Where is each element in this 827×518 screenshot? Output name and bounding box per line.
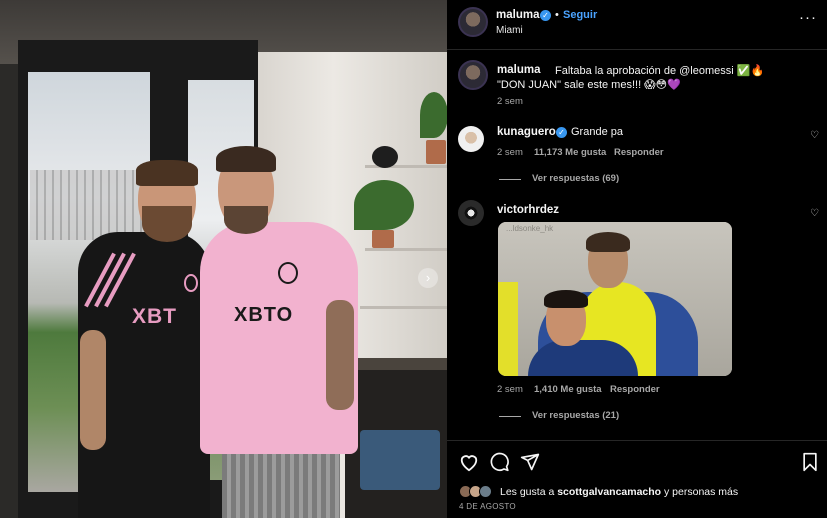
- person-right-beard: [224, 206, 268, 234]
- replies-divider: [499, 179, 521, 180]
- post-photo[interactable]: XBT XBTO ›: [0, 0, 447, 518]
- comment-likes[interactable]: 1,410 Me gusta: [534, 384, 602, 395]
- verified-badge-icon: ✓: [556, 127, 567, 138]
- send-icon[interactable]: [520, 452, 540, 472]
- post-date[interactable]: 4 DE AGOSTO: [459, 502, 516, 511]
- avatar[interactable]: [479, 485, 492, 498]
- reply-button[interactable]: Responder: [614, 147, 664, 158]
- view-replies-button[interactable]: Ver respuestas (69): [532, 173, 619, 184]
- avatar[interactable]: [458, 60, 488, 90]
- shirt-sponsor-left: XBT: [132, 305, 177, 328]
- avatar[interactable]: [458, 200, 484, 226]
- person-right-hair: [216, 146, 276, 172]
- gif-person-front-hair: [544, 290, 588, 308]
- person-left-arm: [80, 330, 106, 450]
- person-right-arm: [326, 300, 354, 410]
- photo-folded-jeans: [360, 430, 440, 490]
- photo-plant-leaves: [420, 92, 447, 138]
- gif-watermark: ...ldsonke_hk: [506, 224, 554, 233]
- photo-stadium-stands: [30, 170, 148, 240]
- caption-time[interactable]: 2 sem: [497, 96, 523, 107]
- avatar[interactable]: [458, 126, 484, 152]
- chevron-right-icon[interactable]: ›: [418, 268, 438, 288]
- likes-summary[interactable]: Les gusta a scottgalvancamacho y persona…: [500, 486, 738, 498]
- photo-plant-pot: [372, 230, 394, 248]
- comment-like-heart-icon[interactable]: ♡: [810, 208, 819, 219]
- person-left-beard: [142, 206, 192, 242]
- avatar[interactable]: [458, 7, 488, 37]
- gif-person-back-hair: [586, 232, 630, 252]
- comment-time[interactable]: 2 sem: [497, 384, 523, 395]
- comment-text: Grande pa: [571, 126, 623, 138]
- location-link[interactable]: Miami: [496, 25, 523, 36]
- post-header: maluma ✓ • Seguir Miami ···: [447, 0, 827, 50]
- photo-vase: [372, 146, 398, 168]
- gif-person-front-body: [528, 340, 638, 376]
- comment-username[interactable]: kunaguero: [497, 126, 556, 138]
- follow-button[interactable]: Seguir: [563, 9, 597, 21]
- actions-divider: [447, 440, 827, 441]
- comment-username[interactable]: victorhrdez: [497, 204, 559, 216]
- comment-gif[interactable]: ...ldsonke_hk: [498, 222, 732, 376]
- shirt-crest: [184, 274, 198, 292]
- likes-prefix: Les gusta a: [500, 486, 555, 498]
- comment-like-heart-icon[interactable]: ♡: [810, 130, 819, 141]
- header-username[interactable]: maluma: [496, 9, 539, 21]
- photo-shelf: [360, 306, 447, 309]
- dot-separator: •: [555, 9, 559, 21]
- likes-suffix: y personas más: [664, 486, 739, 498]
- replies-divider: [499, 416, 521, 417]
- verified-badge-icon: ✓: [540, 10, 551, 21]
- heart-icon[interactable]: [458, 452, 480, 472]
- bookmark-icon[interactable]: [801, 452, 819, 472]
- caption-username[interactable]: maluma: [497, 64, 540, 76]
- comment-likes[interactable]: 11,173 Me gusta: [534, 147, 606, 158]
- reply-button[interactable]: Responder: [610, 384, 660, 395]
- person-left-hair: [136, 160, 198, 186]
- shirt-crest: [278, 262, 298, 284]
- gif-person-edge: [498, 282, 518, 376]
- comment-time[interactable]: 2 sem: [497, 147, 523, 158]
- photo-plant-leaves: [354, 180, 414, 230]
- caption-text-line1: Faltaba la aprobación de @leomessi ✅🔥: [555, 65, 765, 77]
- view-replies-button[interactable]: Ver respuestas (21): [532, 410, 619, 421]
- caption-text-line2: "DON JUAN" sale este mes!!! 😱😳💜: [497, 79, 681, 91]
- photo-plant-pot: [426, 140, 446, 164]
- likes-user[interactable]: scottgalvancamacho: [557, 486, 661, 498]
- photo-shelf: [365, 248, 447, 251]
- shirt-sponsor-right: XBTO: [234, 304, 294, 326]
- more-options-icon[interactable]: ···: [799, 9, 817, 26]
- comment-icon[interactable]: [489, 452, 510, 472]
